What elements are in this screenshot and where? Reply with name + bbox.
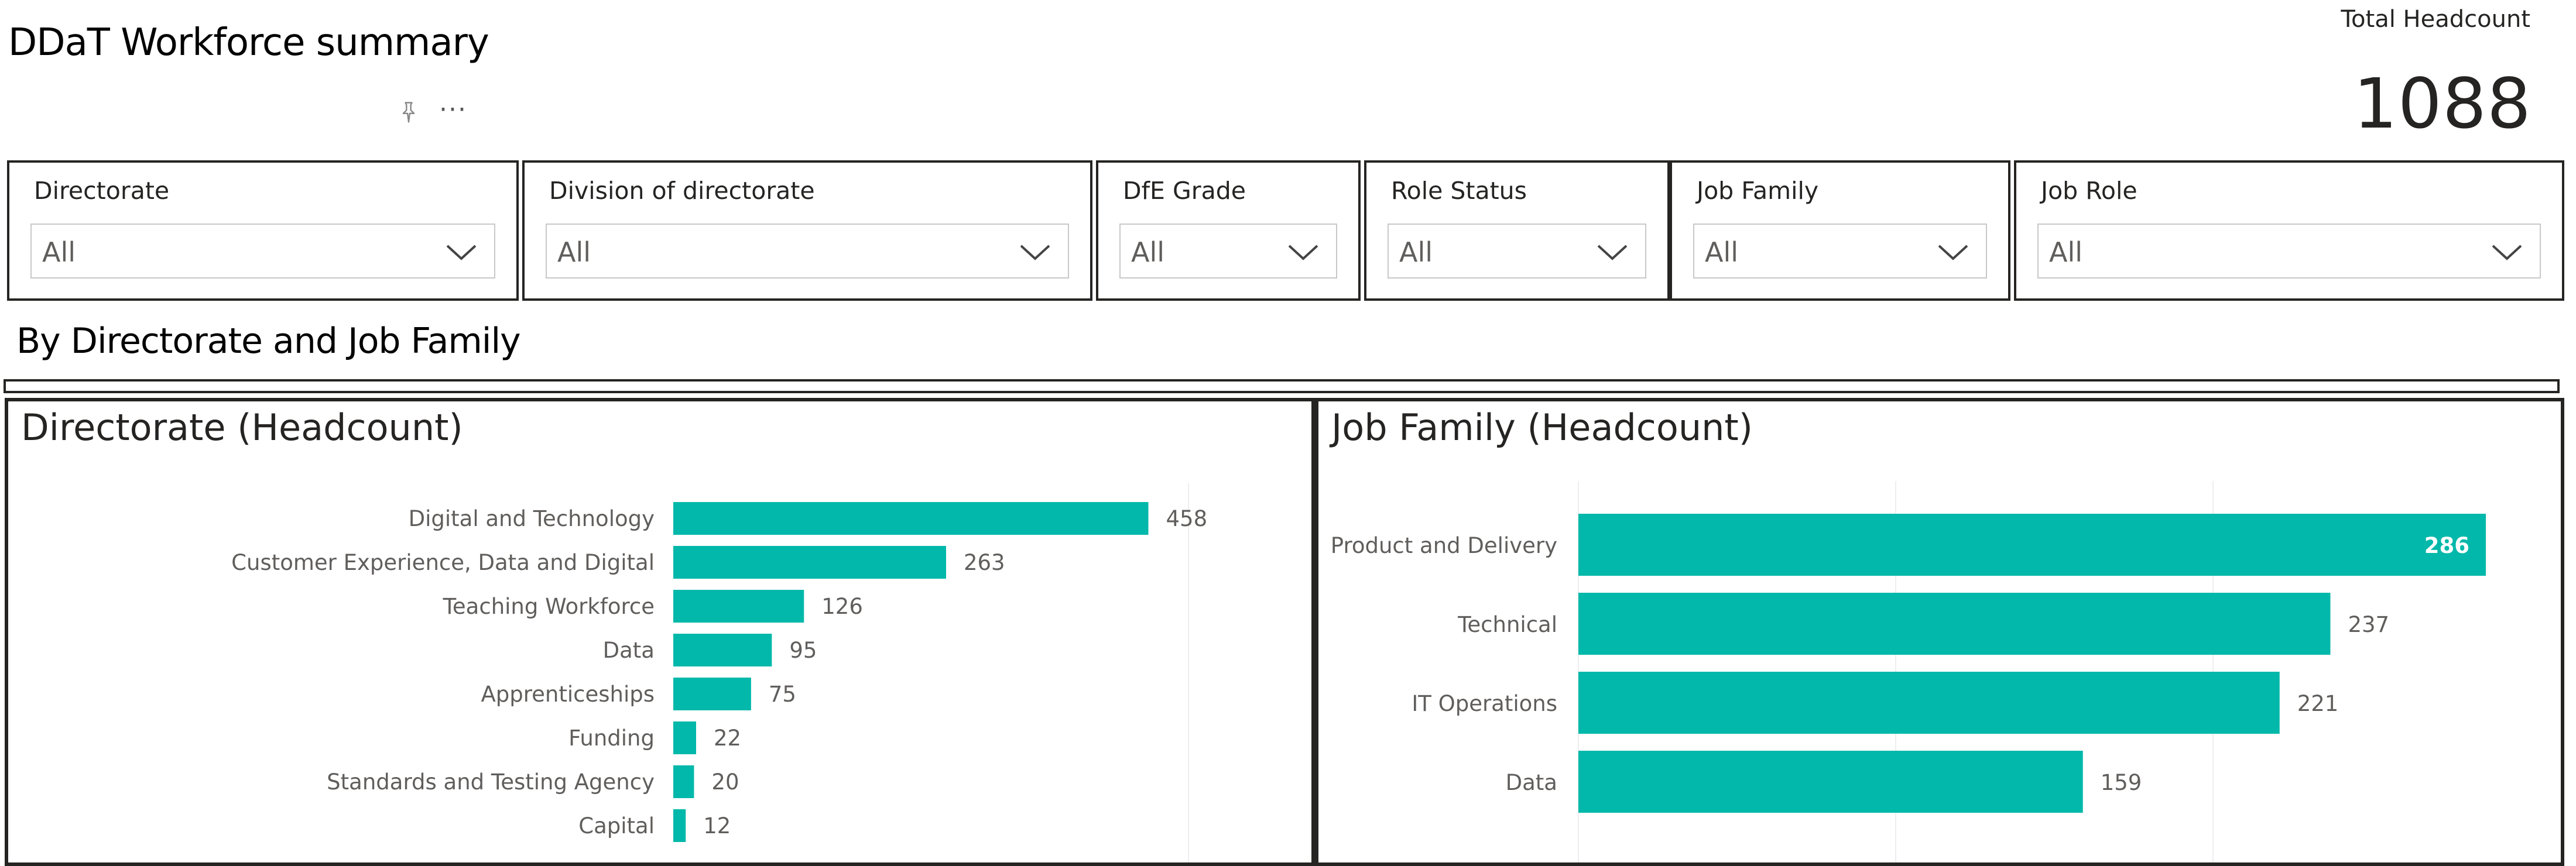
- category-label: Capital: [578, 813, 655, 838]
- category-label: Product and Delivery: [1331, 533, 1557, 558]
- slicer-label: Job Family: [1697, 177, 1819, 205]
- pin-icon[interactable]: [396, 99, 422, 125]
- bar: [673, 634, 772, 666]
- category-label: Technical: [1457, 612, 1557, 637]
- slicer-label: Job Role: [2041, 177, 2137, 205]
- kpi-value: 1088: [2353, 63, 2532, 144]
- directorate-bar-chart: Digital and Technology 458 Customer Experi…: [231, 483, 1207, 862]
- category-label: Digital and Technology: [409, 506, 655, 531]
- data-label: 22: [714, 726, 741, 751]
- slicer-division-of-directorate: Division of directorate All: [522, 160, 1092, 301]
- slicer-dropdown[interactable]: All: [30, 224, 495, 279]
- bar: [1578, 672, 2280, 734]
- data-label: 12: [703, 813, 731, 838]
- category-label: Data: [1506, 770, 1557, 795]
- bar: [673, 502, 1149, 535]
- data-label: 75: [769, 682, 796, 707]
- category-label: Customer Experience, Data and Digital: [231, 550, 655, 575]
- bar: [1578, 593, 2331, 655]
- category-label: Apprenticeships: [481, 682, 655, 707]
- chevron-down-icon: [1938, 245, 1968, 260]
- slicer-value: All: [2049, 236, 2083, 268]
- slicer-directorate: Directorate All: [7, 160, 519, 301]
- slicer-value: All: [557, 236, 591, 268]
- slicer-label: DfE Grade: [1123, 177, 1246, 205]
- bar: [673, 765, 694, 798]
- data-label: 20: [711, 769, 739, 795]
- section-title: By Directorate and Job Family: [16, 321, 521, 362]
- job-family-bar-chart: Product and Delivery 286 Technical 237 IT Op…: [1331, 481, 2486, 862]
- bar: [1578, 751, 2083, 813]
- data-label: 458: [1166, 506, 1207, 531]
- slicer-dropdown[interactable]: All: [546, 224, 1069, 279]
- slicer-label: Directorate: [34, 177, 170, 205]
- data-label: 237: [2348, 612, 2389, 637]
- bar: [673, 590, 804, 623]
- category-label: Funding: [568, 726, 655, 751]
- slicer-job-family: Job Family All: [1670, 160, 2010, 301]
- bar: [673, 809, 686, 842]
- category-label: Data: [603, 638, 655, 663]
- section-divider: [4, 379, 2560, 393]
- data-label: 263: [964, 550, 1005, 575]
- data-label: 159: [2101, 770, 2142, 795]
- slicer-value: All: [1705, 236, 1739, 268]
- job-family-chart-panel: Job Family (Headcount) Product and Deliv…: [1315, 398, 2564, 866]
- chevron-down-icon: [1597, 245, 1628, 260]
- slicer-job-role: Job Role All: [2014, 160, 2564, 301]
- slicer-value: All: [1399, 236, 1433, 268]
- data-label: 221: [2297, 691, 2339, 716]
- chevron-down-icon: [2492, 245, 2522, 260]
- data-label: 126: [821, 594, 863, 619]
- category-label: IT Operations: [1412, 691, 1557, 716]
- category-label: Teaching Workforce: [443, 594, 655, 619]
- bar: [673, 721, 696, 754]
- more-options-icon[interactable]: ···: [439, 97, 467, 123]
- slicer-role-status: Role Status All: [1364, 160, 1670, 301]
- slicer-label: Division of directorate: [549, 177, 815, 205]
- category-label: Standards and Testing Agency: [327, 769, 655, 795]
- bar: [673, 546, 946, 579]
- bar: [673, 678, 751, 710]
- slicer-dropdown[interactable]: All: [2037, 224, 2541, 279]
- report-title: DDaT Workforce summary: [8, 21, 489, 64]
- chevron-down-icon: [1288, 245, 1318, 260]
- slicer-dropdown[interactable]: All: [1693, 224, 1987, 279]
- slicer-value: All: [42, 236, 76, 268]
- slicer-dropdown[interactable]: All: [1119, 224, 1337, 279]
- directorate-chart-panel: Directorate (Headcount) Digital and Tech…: [5, 398, 1315, 866]
- kpi-label: Total Headcount: [2341, 6, 2530, 33]
- bar: [1578, 514, 2486, 576]
- slicer-label: Role Status: [1391, 177, 1527, 205]
- slicer-dropdown[interactable]: All: [1388, 224, 1646, 279]
- data-label: 286: [2424, 533, 2469, 558]
- slicer-dfe-grade: DfE Grade All: [1096, 160, 1361, 301]
- data-label: 95: [789, 638, 817, 663]
- chevron-down-icon: [1020, 245, 1050, 260]
- slicer-value: All: [1131, 236, 1165, 268]
- chevron-down-icon: [446, 245, 477, 260]
